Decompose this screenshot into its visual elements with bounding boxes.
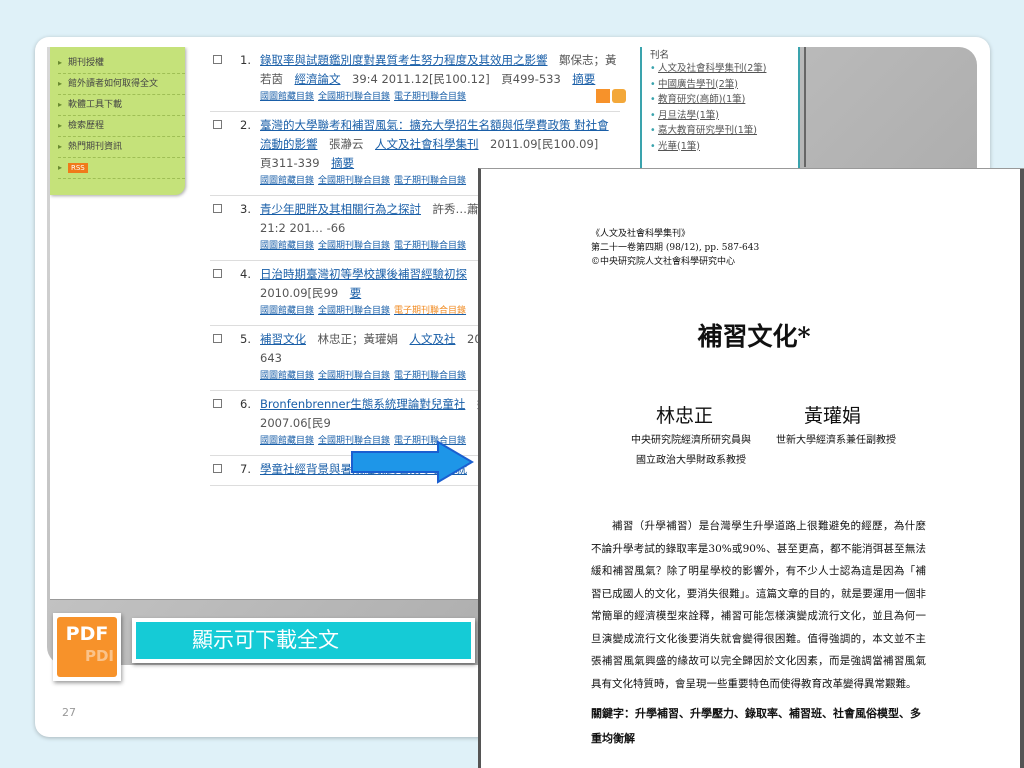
abstract-link[interactable]: 摘要 xyxy=(572,72,595,86)
result-number: 5. xyxy=(240,332,251,346)
abstract: 補習（升學補習）是台灣學生升學道路上很難避免的經歷，為什麼不論升學考試的錄取率是… xyxy=(591,520,926,690)
result-info: 21:2 201… -66 xyxy=(260,221,346,235)
result-row: 1. 錄取率與試題鑑別度對異質考生努力程度及其效用之影響 鄭保志；黃若茵 經濟論文… xyxy=(210,47,626,112)
facet-item[interactable]: 光華(1筆) xyxy=(650,139,790,155)
select-checkbox[interactable] xyxy=(213,334,222,343)
divider xyxy=(804,47,806,167)
select-checkbox[interactable] xyxy=(213,399,222,408)
callout-text: 顯示可下載全文 xyxy=(136,622,471,659)
arrow-right-icon xyxy=(351,440,474,484)
journal-link[interactable]: 經濟論文 xyxy=(295,72,341,86)
sidebar-item[interactable]: 檢索歷程 xyxy=(58,116,185,137)
pdf-meta: 《人文及社會科學集刊》 第二十一卷第四期 (98/12), pp. 587-64… xyxy=(591,227,759,269)
select-checkbox[interactable] xyxy=(213,464,222,473)
catalog-link[interactable]: 國圖館藏目錄 xyxy=(260,436,314,446)
sidebar-item[interactable]: 熱門期刊資訊 xyxy=(58,137,185,158)
catalog-link[interactable]: 國圖館藏目錄 xyxy=(260,306,314,316)
keywords: 關鍵字：升學補習、升學壓力、錄取率、補習班、社會風俗模型、多重均衡解 xyxy=(591,707,921,745)
author-2-affiliation: 世新大學經濟系兼任副教授 xyxy=(776,435,896,446)
select-checkbox[interactable] xyxy=(213,204,222,213)
select-checkbox[interactable] xyxy=(213,269,222,278)
pdf-icon: PDF PDI xyxy=(53,613,121,681)
catalog-link[interactable]: 電子期刊聯合目錄 xyxy=(394,176,466,186)
catalog-link[interactable]: 電子期刊聯合目錄 xyxy=(394,241,466,251)
result-number: 6. xyxy=(240,397,251,411)
result-number: 3. xyxy=(240,202,251,216)
journal-link[interactable]: 人文及社 xyxy=(410,332,456,346)
result-authors: 張瀞云 xyxy=(329,137,364,151)
catalog-links: 國圖館藏目錄 全國期刊聯合目錄 電子期刊聯合目錄 xyxy=(260,89,620,105)
catalog-link[interactable]: 電子期刊聯合目錄 xyxy=(394,92,466,102)
sidebar-item-rss[interactable]: RSS xyxy=(58,158,185,179)
author-1: 林忠正 xyxy=(656,405,714,427)
catalog-link[interactable]: 全國期刊聯合目錄 xyxy=(318,241,390,251)
result-title-link[interactable]: 青少年肥胖及其相關行為之探討 xyxy=(260,202,421,216)
sidebar-item[interactable]: 期刊授權 xyxy=(58,53,185,74)
result-authors: 林忠正；黃瓘娟 xyxy=(317,332,399,346)
pdf-preview: 《人文及社會科學集刊》 第二十一卷第四期 (98/12), pp. 587-64… xyxy=(478,168,1024,768)
sidebar-item[interactable]: 軟體工具下載 xyxy=(58,95,185,116)
affiliation-line: 中央研究院經濟所研究員與 xyxy=(631,435,751,446)
page-number: 27 xyxy=(62,706,76,719)
catalog-link[interactable]: 國圖館藏目錄 xyxy=(260,176,314,186)
catalog-link[interactable]: 國圖館藏目錄 xyxy=(260,371,314,381)
search-icon[interactable] xyxy=(612,89,626,103)
facet-item[interactable]: 中國廣告學刊(2筆) xyxy=(650,77,790,93)
pdf-icon-text: PDF xyxy=(65,623,109,645)
catalog-link[interactable]: 國圖館藏目錄 xyxy=(260,241,314,251)
result-number: 1. xyxy=(240,53,251,67)
journal-name: 《人文及社會科學集刊》 xyxy=(591,229,691,239)
catalog-link[interactable]: 全國期刊聯合目錄 xyxy=(318,176,390,186)
catalog-link[interactable]: 全國期刊聯合目錄 xyxy=(318,371,390,381)
callout-label: 顯示可下載全文 xyxy=(132,618,475,663)
result-title-link[interactable]: 錄取率與試題鑑別度對異質考生努力程度及其效用之影響 xyxy=(260,53,548,67)
facet-item[interactable]: 人文及社會科學集刊(2筆) xyxy=(650,61,790,77)
sidebar-item[interactable]: 館外讀者如何取得全文 xyxy=(58,74,185,95)
catalog-link[interactable]: 電子期刊聯合目錄 xyxy=(394,306,466,316)
result-number: 2. xyxy=(240,118,251,132)
author-1-affiliation: 中央研究院經濟所研究員與 國立政治大學財政系教授 xyxy=(621,431,761,471)
result-title-link[interactable]: 日治時期臺灣初等學校課後補習經驗初探 xyxy=(260,267,467,281)
affiliation-line: 國立政治大學財政系教授 xyxy=(636,455,746,466)
volume-info: 第二十一卷第四期 (98/12), pp. 587-643 xyxy=(591,243,760,253)
sidebar: 期刊授權 館外讀者如何取得全文 軟體工具下載 檢索歷程 熱門期刊資訊 RSS xyxy=(50,47,185,195)
abstract-link[interactable]: 摘要 xyxy=(331,156,354,170)
result-number: 7. xyxy=(240,462,251,476)
select-checkbox[interactable] xyxy=(213,55,222,64)
facet-item[interactable]: 嘉大教育研究學刊(1筆) xyxy=(650,123,790,139)
journal-link[interactable]: 人文及社會科學集刊 xyxy=(375,137,479,151)
copyright: ©中央研究院人文社會科學研究中心 xyxy=(591,257,736,267)
facet-heading: 刊名 xyxy=(650,50,670,61)
catalog-link[interactable]: 電子期刊聯合目錄 xyxy=(394,371,466,381)
author-2: 黃瓘娟 xyxy=(804,405,862,427)
facet-item[interactable]: 教育研究(高師)(1筆) xyxy=(650,92,790,108)
result-title-link[interactable]: 補習文化 xyxy=(260,332,306,346)
select-checkbox[interactable] xyxy=(213,120,222,129)
result-info: 39:4 2011.12[民100.12] 頁499-533 xyxy=(352,72,561,86)
catalog-link[interactable]: 全國期刊聯合目錄 xyxy=(318,92,390,102)
result-title-link[interactable]: Bronfenbrenner生態系統理論對兒童社 xyxy=(260,397,465,411)
result-number: 4. xyxy=(240,267,251,281)
rss-icon[interactable]: RSS xyxy=(68,163,88,173)
scrollbar[interactable] xyxy=(1020,169,1024,768)
catalog-link[interactable]: 國圖館藏目錄 xyxy=(260,92,314,102)
pdf-download-icon[interactable] xyxy=(596,89,610,103)
paper-title: 補習文化* xyxy=(697,322,811,351)
catalog-link[interactable]: 全國期刊聯合目錄 xyxy=(318,306,390,316)
abstract-link[interactable]: 要 xyxy=(350,286,362,300)
facet-item[interactable]: 月旦法學(1筆) xyxy=(650,108,790,124)
